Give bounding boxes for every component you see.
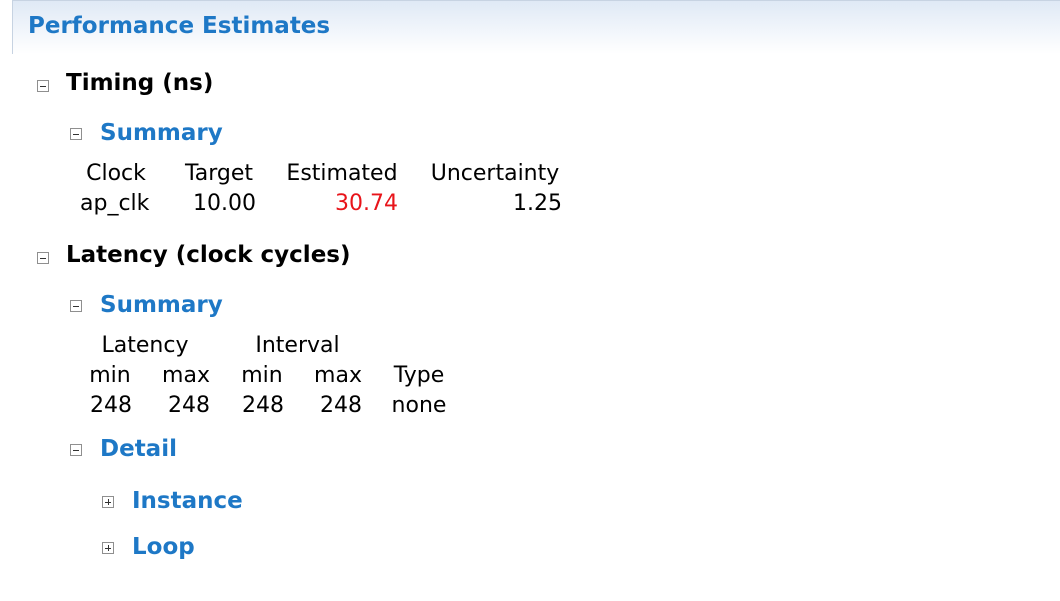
collapse-timing-icon[interactable] — [37, 80, 49, 92]
group-header-interval: Interval — [255, 333, 340, 358]
expand-instance-icon[interactable] — [102, 496, 114, 508]
expand-loop-icon[interactable] — [102, 542, 114, 554]
collapse-latency-icon[interactable] — [37, 252, 49, 264]
latency-max-value: 248 — [168, 393, 210, 418]
column-header-uncertainty: Uncertainty — [430, 161, 560, 186]
column-header-latency-max: max — [162, 363, 210, 388]
collapse-timing-summary-icon[interactable] — [70, 128, 82, 140]
target-value: 10.00 — [193, 191, 256, 216]
column-header-latency-min: min — [89, 363, 131, 388]
timing-summary-title: Summary — [100, 120, 223, 146]
latency-section-title: Latency (clock cycles) — [66, 242, 351, 268]
column-header-interval-min: min — [241, 363, 283, 388]
type-value: none — [391, 393, 447, 418]
column-header-estimated: Estimated — [286, 161, 398, 186]
detail-item-instance[interactable]: Instance — [132, 488, 243, 514]
column-header-target: Target — [184, 161, 254, 186]
clock-value: ap_clk — [80, 191, 150, 216]
group-header-latency: Latency — [101, 333, 189, 358]
latency-summary-title: Summary — [100, 292, 223, 318]
column-header-clock: Clock — [86, 161, 146, 186]
uncertainty-value: 1.25 — [513, 191, 562, 216]
panel-title: Performance Estimates — [28, 13, 331, 39]
timing-section-title: Timing (ns) — [66, 70, 214, 96]
collapse-latency-summary-icon[interactable] — [70, 300, 82, 312]
interval-min-value: 248 — [242, 393, 284, 418]
column-header-type: Type — [393, 363, 445, 388]
detail-title: Detail — [100, 436, 177, 462]
estimated-value: 30.74 — [335, 191, 398, 216]
collapse-detail-icon[interactable] — [70, 444, 82, 456]
panel-header: Performance Estimates — [12, 0, 1060, 54]
detail-item-loop[interactable]: Loop — [132, 534, 195, 560]
latency-min-value: 248 — [90, 393, 132, 418]
interval-max-value: 248 — [320, 393, 362, 418]
column-header-interval-max: max — [314, 363, 362, 388]
